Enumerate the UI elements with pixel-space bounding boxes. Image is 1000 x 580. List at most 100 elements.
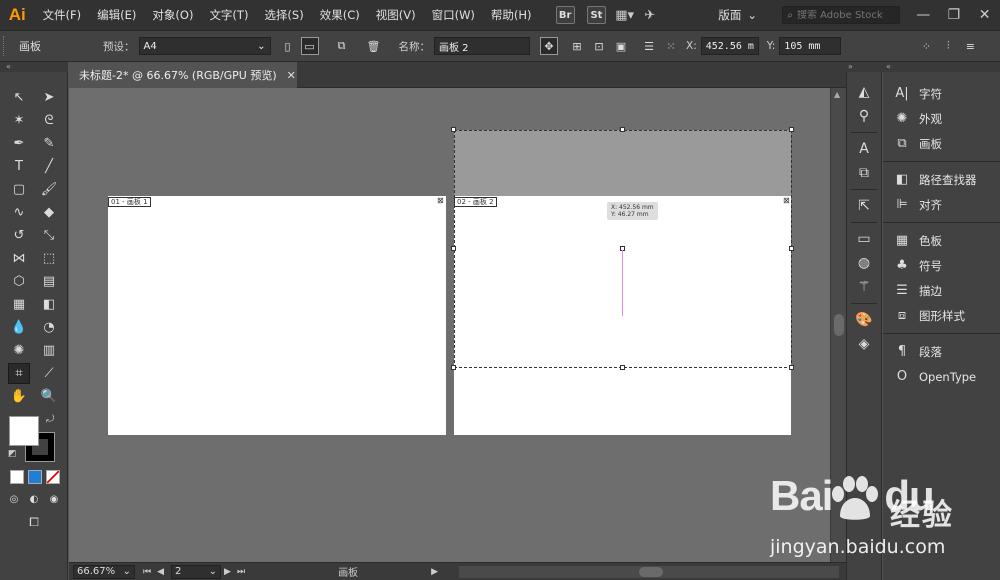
zoom-select[interactable]: 66.67% ⌄	[73, 564, 135, 579]
show-cross-hairs-icon[interactable]: ⊡	[590, 37, 608, 55]
resize-handle[interactable]	[451, 365, 456, 370]
status-menu-icon[interactable]: ▶	[431, 567, 438, 577]
mesh-tool-icon[interactable]: ▦	[8, 294, 30, 315]
arrange-documents-icon[interactable]: ▦▾	[614, 5, 635, 25]
stock-button[interactable]: St	[586, 6, 607, 24]
next-artboard-icon[interactable]: ▶	[224, 567, 231, 577]
collapse-icon[interactable]: «	[886, 62, 891, 72]
shaper-tool-icon[interactable]: ∿	[8, 202, 30, 223]
column-graph-tool-icon[interactable]: ▥	[38, 340, 60, 361]
eyedropper-tool-icon[interactable]: 💧	[8, 317, 30, 338]
artboard-options-icon[interactable]: ☰	[640, 37, 658, 55]
panel-menu-icon[interactable]: ≡	[961, 37, 979, 55]
x-input[interactable]	[700, 37, 759, 55]
panel-opentype[interactable]: O OpenType	[883, 364, 1000, 389]
screen-mode-icon[interactable]: ⧠	[23, 512, 45, 533]
paintbrush-tool-icon[interactable]: 🖌	[38, 179, 60, 200]
portrait-icon[interactable]: ▯	[279, 37, 297, 55]
show-center-mark-icon[interactable]: ⊞	[568, 37, 586, 55]
free-transform-tool-icon[interactable]: ⬚	[38, 248, 60, 269]
scale-tool-icon[interactable]: ⤡	[38, 225, 60, 246]
slice-tool-icon[interactable]: ⟋	[38, 363, 60, 384]
panel-stroke[interactable]: ☰ 描边	[883, 278, 1000, 303]
magic-wand-tool-icon[interactable]: ✶	[8, 110, 30, 131]
maximize-icon[interactable]: ❐	[939, 0, 970, 30]
artboard-navigator[interactable]: 2 ⌄	[171, 564, 222, 579]
menu-view[interactable]: 视图(V)	[368, 0, 424, 30]
panel-character[interactable]: A| 字符	[883, 81, 1000, 106]
collapse-icon[interactable]: »	[848, 62, 853, 72]
bridge-button[interactable]: Br	[555, 6, 575, 24]
eraser-tool-icon[interactable]: ◆	[38, 202, 60, 223]
libraries-panel-icon[interactable]: ⚲	[847, 104, 881, 128]
lasso-tool-icon[interactable]: ᘓ	[38, 110, 60, 131]
panel-appearance[interactable]: ✺ 外观	[883, 106, 1000, 131]
gpu-performance-icon[interactable]: ✈	[639, 5, 660, 25]
panel-graphic-styles[interactable]: ⧈ 图形样式	[883, 303, 1000, 328]
type-tool-icon[interactable]: T	[8, 156, 30, 177]
tools-panel-collapse[interactable]: «	[0, 62, 68, 72]
width-tool-icon[interactable]: ⋈	[8, 248, 30, 269]
color-guide-icon[interactable]: 🎨	[847, 308, 881, 332]
canvas[interactable]: 01 - 画板 1 ⊠ 02 - 画板 2 ⊠ X: 452.56 mm Y: …	[69, 88, 830, 562]
curvature-tool-icon[interactable]: ✎	[38, 133, 60, 154]
direct-selection-tool-icon[interactable]: ➤	[38, 87, 60, 108]
align-options-icon[interactable]: ⫶	[939, 37, 957, 55]
preset-select[interactable]: A4 ⌄	[138, 37, 271, 55]
gradient-panel-icon[interactable]: ▭	[847, 227, 881, 251]
draw-behind-icon[interactable]: ◐	[24, 489, 44, 510]
prev-artboard-icon[interactable]: ◀	[157, 567, 164, 577]
export-icon[interactable]: ⇱	[847, 194, 881, 218]
menu-file[interactable]: 文件(F)	[35, 0, 90, 30]
selection-tool-icon[interactable]: ↖	[8, 87, 30, 108]
resize-handle[interactable]	[789, 246, 794, 251]
gradient-tool-icon[interactable]: ◧	[38, 294, 60, 315]
first-artboard-icon[interactable]: ⏮	[143, 567, 151, 577]
arrange-icon[interactable]: ⁘	[917, 37, 935, 55]
transparency-panel-icon[interactable]: ◍	[847, 251, 881, 275]
pen-tool-icon[interactable]: ✒	[8, 133, 30, 154]
menu-object[interactable]: 对象(O)	[144, 0, 201, 30]
rotate-tool-icon[interactable]: ↺	[8, 225, 30, 246]
reference-point-icon[interactable]: ⁙	[662, 37, 680, 55]
shape-builder-tool-icon[interactable]: ⬡	[8, 271, 30, 292]
gradient-mode-icon[interactable]	[28, 470, 42, 484]
properties-panel-icon[interactable]: ◭	[847, 80, 881, 104]
blend-tool-icon[interactable]: ◔	[38, 317, 60, 338]
menu-window[interactable]: 窗口(W)	[424, 0, 483, 30]
close-icon[interactable]: ✕	[287, 69, 296, 82]
resize-handle[interactable]	[451, 246, 456, 251]
menu-type[interactable]: 文字(T)	[201, 0, 256, 30]
panel-pathfinder[interactable]: ◧ 路径查找器	[883, 167, 1000, 192]
draw-normal-icon[interactable]: ◎	[4, 489, 24, 510]
new-artboard-icon[interactable]: ⧉	[333, 37, 351, 55]
menu-edit[interactable]: 编辑(E)	[89, 0, 144, 30]
document-tab[interactable]: 未标题-2* @ 66.67% (RGB/GPU 预览) ✕	[69, 62, 297, 88]
artboard-tool-icon[interactable]: ⌗	[8, 363, 30, 384]
panel-paragraph[interactable]: ¶ 段落	[883, 339, 1000, 364]
fill-swatch[interactable]	[9, 416, 39, 446]
perspective-grid-tool-icon[interactable]: ▤	[38, 271, 60, 292]
stock-search-input[interactable]	[796, 9, 893, 21]
landscape-icon[interactable]: ▭	[300, 37, 319, 55]
scroll-up-icon[interactable]: ▲	[834, 90, 840, 99]
rectangle-tool-icon[interactable]: ▢	[8, 179, 30, 200]
last-artboard-icon[interactable]: ⏭	[237, 567, 245, 577]
resize-handle[interactable]	[620, 365, 625, 370]
default-fill-stroke-icon[interactable]: ◩	[8, 449, 17, 459]
panel-symbols[interactable]: ♣ 符号	[883, 253, 1000, 278]
resize-handle[interactable]	[620, 127, 625, 132]
draw-inside-icon[interactable]: ◉	[44, 489, 64, 510]
menu-effect[interactable]: 效果(C)	[312, 0, 368, 30]
symbol-sprayer-tool-icon[interactable]: ✺	[8, 340, 30, 361]
artboard-name-input[interactable]	[434, 37, 530, 55]
stock-search-box[interactable]: ⌕	[782, 6, 900, 24]
close-icon[interactable]: ✕	[969, 0, 1000, 30]
horizontal-scroll-thumb[interactable]	[638, 566, 663, 577]
character-styles-icon[interactable]: A	[847, 137, 881, 161]
vertical-scroll-thumb[interactable]	[834, 314, 844, 336]
artboard-1[interactable]	[108, 196, 446, 435]
resize-handle[interactable]	[789, 127, 794, 132]
panel-align[interactable]: ⊫ 对齐	[883, 192, 1000, 217]
artboard-options-icon[interactable]: ⊠	[437, 196, 444, 205]
